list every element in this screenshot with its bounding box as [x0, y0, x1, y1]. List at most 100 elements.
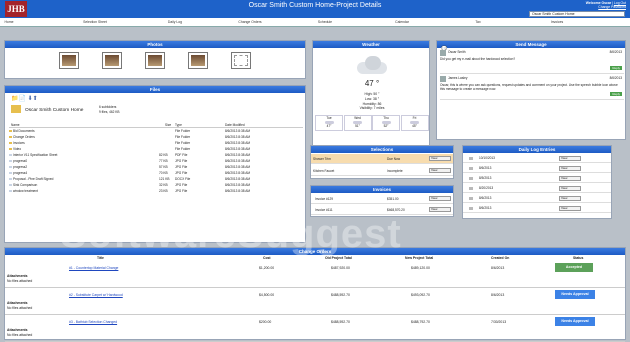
photo-thumbnail[interactable]	[102, 52, 122, 69]
nav-daily-log[interactable]: Daily Log	[168, 20, 182, 24]
file-icon	[9, 189, 12, 193]
photo-thumbnail[interactable]	[188, 52, 208, 69]
file-icon	[9, 171, 12, 175]
message-date: 8/6/2013	[609, 76, 622, 80]
file-type: PDF File	[175, 153, 188, 157]
message-sender: James Lasley	[448, 76, 468, 80]
arrow-icon[interactable]: ⬇⬆	[28, 96, 38, 102]
col-type[interactable]: Type	[175, 123, 182, 127]
file-type: JPG File	[175, 165, 188, 169]
changeorder-title-link[interactable]: #3 - Bathtub Selection Changed	[69, 320, 117, 324]
change-password-link[interactable]: Change Password	[598, 5, 626, 9]
file-row[interactable]: Invoices File Folder 8/6/2013 8:38 AM	[9, 141, 303, 146]
file-row[interactable]: Proposal - Pine Draft Signed 121 KB DOCX F…	[9, 177, 303, 182]
changeorder-cost: $1,200.00	[259, 266, 275, 270]
log-date: 8/6/2013	[479, 196, 492, 200]
file-row[interactable]: Interior V11 Specification Sheet 82 KB PDF…	[9, 153, 303, 158]
file-date: 8/6/2013 8:38 AM	[225, 183, 250, 187]
file-date: 8/6/2013 8:38 AM	[225, 189, 250, 193]
col-size[interactable]: Size	[165, 123, 171, 127]
changeorder-old-total: $488,592.70	[331, 320, 350, 324]
file-type: File Folder	[175, 135, 191, 139]
project-select[interactable]: Oscar Smith Custom Home	[529, 11, 625, 17]
no-files-text: No files attached	[7, 333, 33, 337]
nav-home[interactable]: Home	[4, 20, 13, 24]
log-row: 10/10/2013 View	[463, 154, 611, 163]
file-toolbar-icons[interactable]: 📁📄 ⬇⬆	[11, 95, 38, 102]
nav-schedule[interactable]: Schedule	[318, 20, 332, 24]
forecast-day-name: Thu	[383, 116, 389, 120]
file-row[interactable]: Sink Comparison 32 KB JPG File 8/6/2013 8:3…	[9, 183, 303, 188]
folder-name: Oscar Smith Custom Home	[25, 108, 84, 113]
log-date: 8/6/2013	[479, 206, 492, 210]
file-type: DOCX File	[175, 177, 191, 181]
view-button[interactable]: View	[559, 176, 581, 181]
message-date: 8/6/2013	[609, 50, 622, 54]
changeorder-title-link[interactable]: #1 - Countertop Material Change	[69, 266, 118, 270]
forecast-row: Tue 47° Wed 51° Thu 52° Fri 45°	[315, 115, 429, 131]
file-name: Invoices	[13, 141, 25, 145]
file-row[interactable]: Change Orders File Folder 8/6/2013 8:38 AM	[9, 135, 303, 140]
view-button[interactable]: View	[559, 206, 581, 211]
file-name: Interior V11 Specification Sheet	[13, 153, 58, 157]
message-item: Oscar Smith 8/6/2013 Did you get my e-mail…	[440, 50, 624, 74]
invoice-amount: $351.00	[387, 197, 399, 201]
view-button[interactable]: View	[429, 168, 451, 173]
status-button[interactable]: Needs Approval	[555, 290, 595, 299]
dailylog-panel: Daily Log Entries 10/10/2013 View 8/6/2013…	[462, 145, 612, 219]
view-button[interactable]: View	[559, 166, 581, 171]
nav-invoices[interactable]: Invoices	[551, 20, 563, 24]
file-name: progress2	[13, 165, 28, 169]
photo-thumbnail[interactable]	[59, 52, 79, 69]
file-row[interactable]: window treatment 23 KB JPG File 8/6/2013 8:…	[9, 189, 303, 194]
forecast-temp: 51°	[355, 123, 360, 128]
status-button[interactable]: Needs Approval	[555, 317, 595, 326]
file-type: File Folder	[175, 147, 191, 151]
file-row[interactable]: progress0 77 KB JPG File 8/6/2013 8:38 AM	[9, 159, 303, 164]
nav-calendar[interactable]: Calendar	[395, 20, 409, 24]
view-button[interactable]: View	[559, 156, 581, 161]
col-name[interactable]: Name	[11, 123, 20, 127]
file-date: 8/6/2013 8:38 AM	[225, 165, 250, 169]
view-button[interactable]: View	[559, 196, 581, 201]
file-row[interactable]: Video File Folder 8/6/2013 8:38 AM	[9, 147, 303, 152]
file-name: Sink Comparison	[13, 183, 38, 187]
file-size: 70 KB	[159, 171, 168, 175]
invoices-title: Invoices	[311, 186, 453, 193]
message-sender: Oscar Smith	[448, 50, 466, 54]
forecast-day: Tue 47°	[315, 115, 343, 131]
selection-item: Shower Trim	[313, 157, 331, 161]
changeorder-title-link[interactable]: #2 - Substitute Carpet w/ Hardwood	[69, 293, 123, 297]
nav-tax[interactable]: Tax	[475, 20, 480, 24]
log-row: 8/6/2013 View	[463, 204, 611, 213]
changeorder-cost: $200.00	[259, 320, 272, 324]
status-button[interactable]: Accepted	[555, 263, 593, 272]
message-item: James Lasley 8/6/2013 Oscar, this is where…	[440, 76, 624, 100]
folder-meta: 6 subfolders	[99, 105, 117, 109]
messages-title: Send Message	[437, 41, 625, 48]
col-date[interactable]: Date Modified	[225, 123, 245, 127]
col-new-total: New Project Total	[405, 256, 434, 260]
file-row[interactable]: progress2 57 KB JPG File 8/6/2013 8:38 AM	[9, 165, 303, 170]
changeorder-row: #1 - Countertop Material Change $1,200.00…	[5, 262, 625, 288]
reply-button[interactable]: Reply	[610, 66, 622, 70]
changeorder-new-total: $489,120.00	[411, 266, 430, 270]
file-date: 8/6/2013 8:38 AM	[225, 135, 250, 139]
top-nav: Home Selection Sheet Daily Log Change Or…	[0, 18, 630, 27]
file-row[interactable]: progress4 70 KB JPG File 8/6/2013 8:38 AM	[9, 171, 303, 176]
nav-change-orders[interactable]: Change Orders	[238, 20, 261, 24]
nav-selection-sheet[interactable]: Selection Sheet	[83, 20, 107, 24]
log-row: 8/6/2013 View	[463, 194, 611, 203]
file-name: window treatment	[13, 189, 38, 193]
file-row[interactable]: Bid Documents File Folder 8/6/2013 8:38 AM	[9, 129, 303, 134]
view-button[interactable]: View	[429, 196, 451, 201]
current-temp: 47 °	[364, 79, 380, 88]
folder-icon	[9, 129, 12, 133]
view-button[interactable]: View	[559, 186, 581, 191]
reply-button[interactable]: Reply	[610, 92, 622, 96]
view-button[interactable]: View	[429, 156, 451, 161]
photo-thumbnail[interactable]	[145, 52, 165, 69]
attachments-label: Attachments	[7, 301, 28, 305]
view-button[interactable]: View	[429, 207, 451, 212]
photo-thumbnail[interactable]	[231, 52, 251, 69]
